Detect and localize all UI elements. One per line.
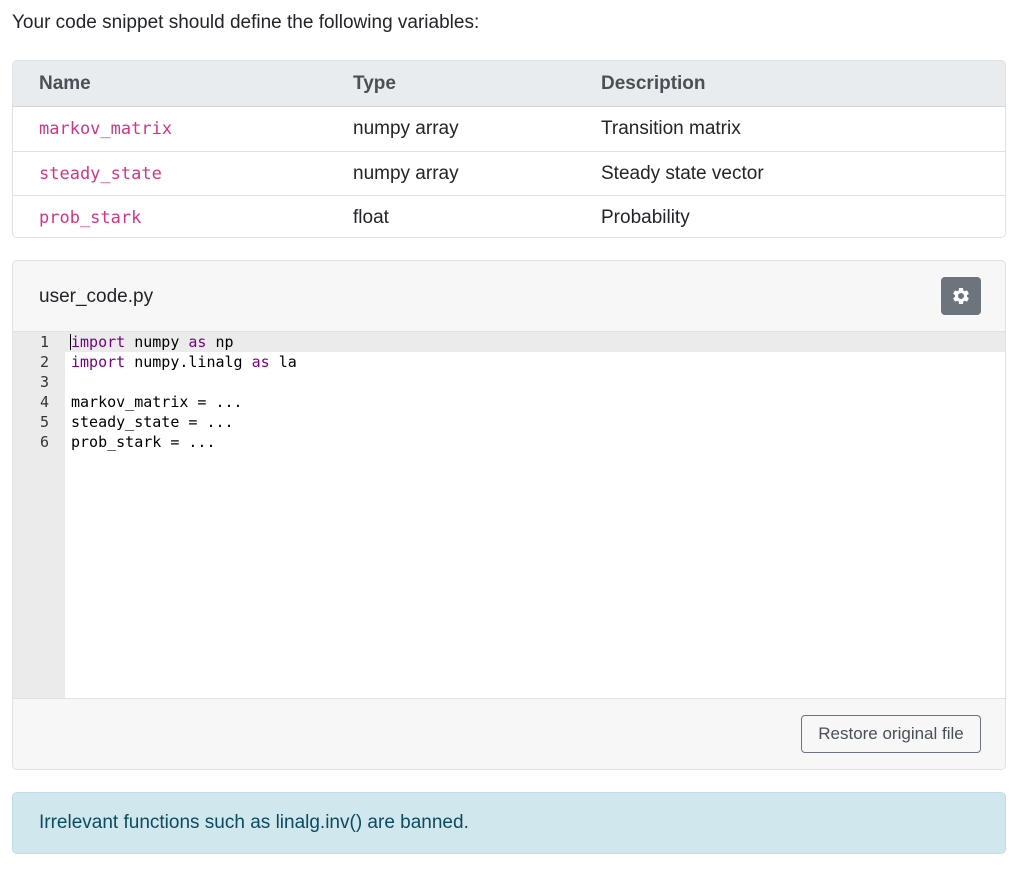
- file-name: user_code.py: [39, 286, 154, 307]
- code-text: la: [269, 353, 297, 371]
- variable-name: steady_state: [39, 163, 162, 184]
- code-editor-card: user_code.py 1 import numpy as np 2 impo…: [12, 260, 1006, 770]
- header-type: Type: [353, 72, 396, 94]
- text-cursor: [70, 334, 71, 350]
- line-number: 5: [39, 413, 49, 431]
- keyword: as: [188, 333, 207, 351]
- info-alert: Irrelevant functions such as linalg.inv(…: [12, 792, 1006, 854]
- table-row: markov_matrix numpy array Transition mat…: [13, 107, 1005, 151]
- line-number: 1: [39, 333, 49, 351]
- line-number: 3: [39, 373, 49, 391]
- code-text: steady_state = ...: [71, 413, 234, 431]
- variables-table: Name Type Description markov_matrix nump…: [12, 60, 1006, 238]
- variable-description: Steady state vector: [601, 162, 764, 184]
- code-text: prob_stark = ...: [71, 433, 216, 451]
- variable-description: Probability: [601, 206, 690, 228]
- code-text: numpy.linalg: [125, 353, 252, 371]
- gear-icon: [953, 287, 969, 304]
- code-text: np: [206, 333, 234, 351]
- line-number: 2: [39, 353, 49, 371]
- header-description: Description: [601, 72, 706, 94]
- code-line[interactable]: 3: [13, 372, 1005, 392]
- variable-type: numpy array: [353, 118, 459, 139]
- code-line[interactable]: 1 import numpy as np: [13, 332, 1005, 352]
- table-row: prob_stark float Probability: [13, 195, 1005, 237]
- variable-description: Transition matrix: [601, 118, 741, 139]
- code-line[interactable]: 5 steady_state = ...: [13, 412, 1005, 432]
- code-line[interactable]: 4 markov_matrix = ...: [13, 392, 1005, 412]
- keyword: import: [71, 353, 126, 371]
- keyword: import: [71, 333, 126, 351]
- instructions-text: Your code snippet should define the foll…: [12, 12, 480, 33]
- code-editor[interactable]: 1 import numpy as np 2 import numpy.lina…: [13, 331, 1005, 699]
- header-name: Name: [39, 72, 91, 94]
- table-header-row: Name Type Description: [13, 61, 1005, 107]
- restore-original-file-button[interactable]: Restore original file: [801, 715, 981, 753]
- variable-type: float: [353, 206, 389, 228]
- table-row: steady_state numpy array Steady state ve…: [13, 151, 1005, 195]
- code-line[interactable]: 6 prob_stark = ...: [13, 432, 1005, 452]
- line-number: 4: [39, 393, 49, 411]
- line-number: 6: [39, 433, 49, 451]
- variable-name: markov_matrix: [39, 119, 173, 139]
- variable-type: numpy array: [353, 162, 459, 184]
- variable-name: prob_stark: [39, 207, 142, 228]
- code-line[interactable]: 2 import numpy.linalg as la: [13, 352, 1005, 372]
- code-text: markov_matrix = ...: [71, 393, 243, 411]
- settings-button[interactable]: [941, 277, 981, 315]
- keyword: as: [251, 353, 270, 371]
- code-text: numpy: [125, 333, 189, 351]
